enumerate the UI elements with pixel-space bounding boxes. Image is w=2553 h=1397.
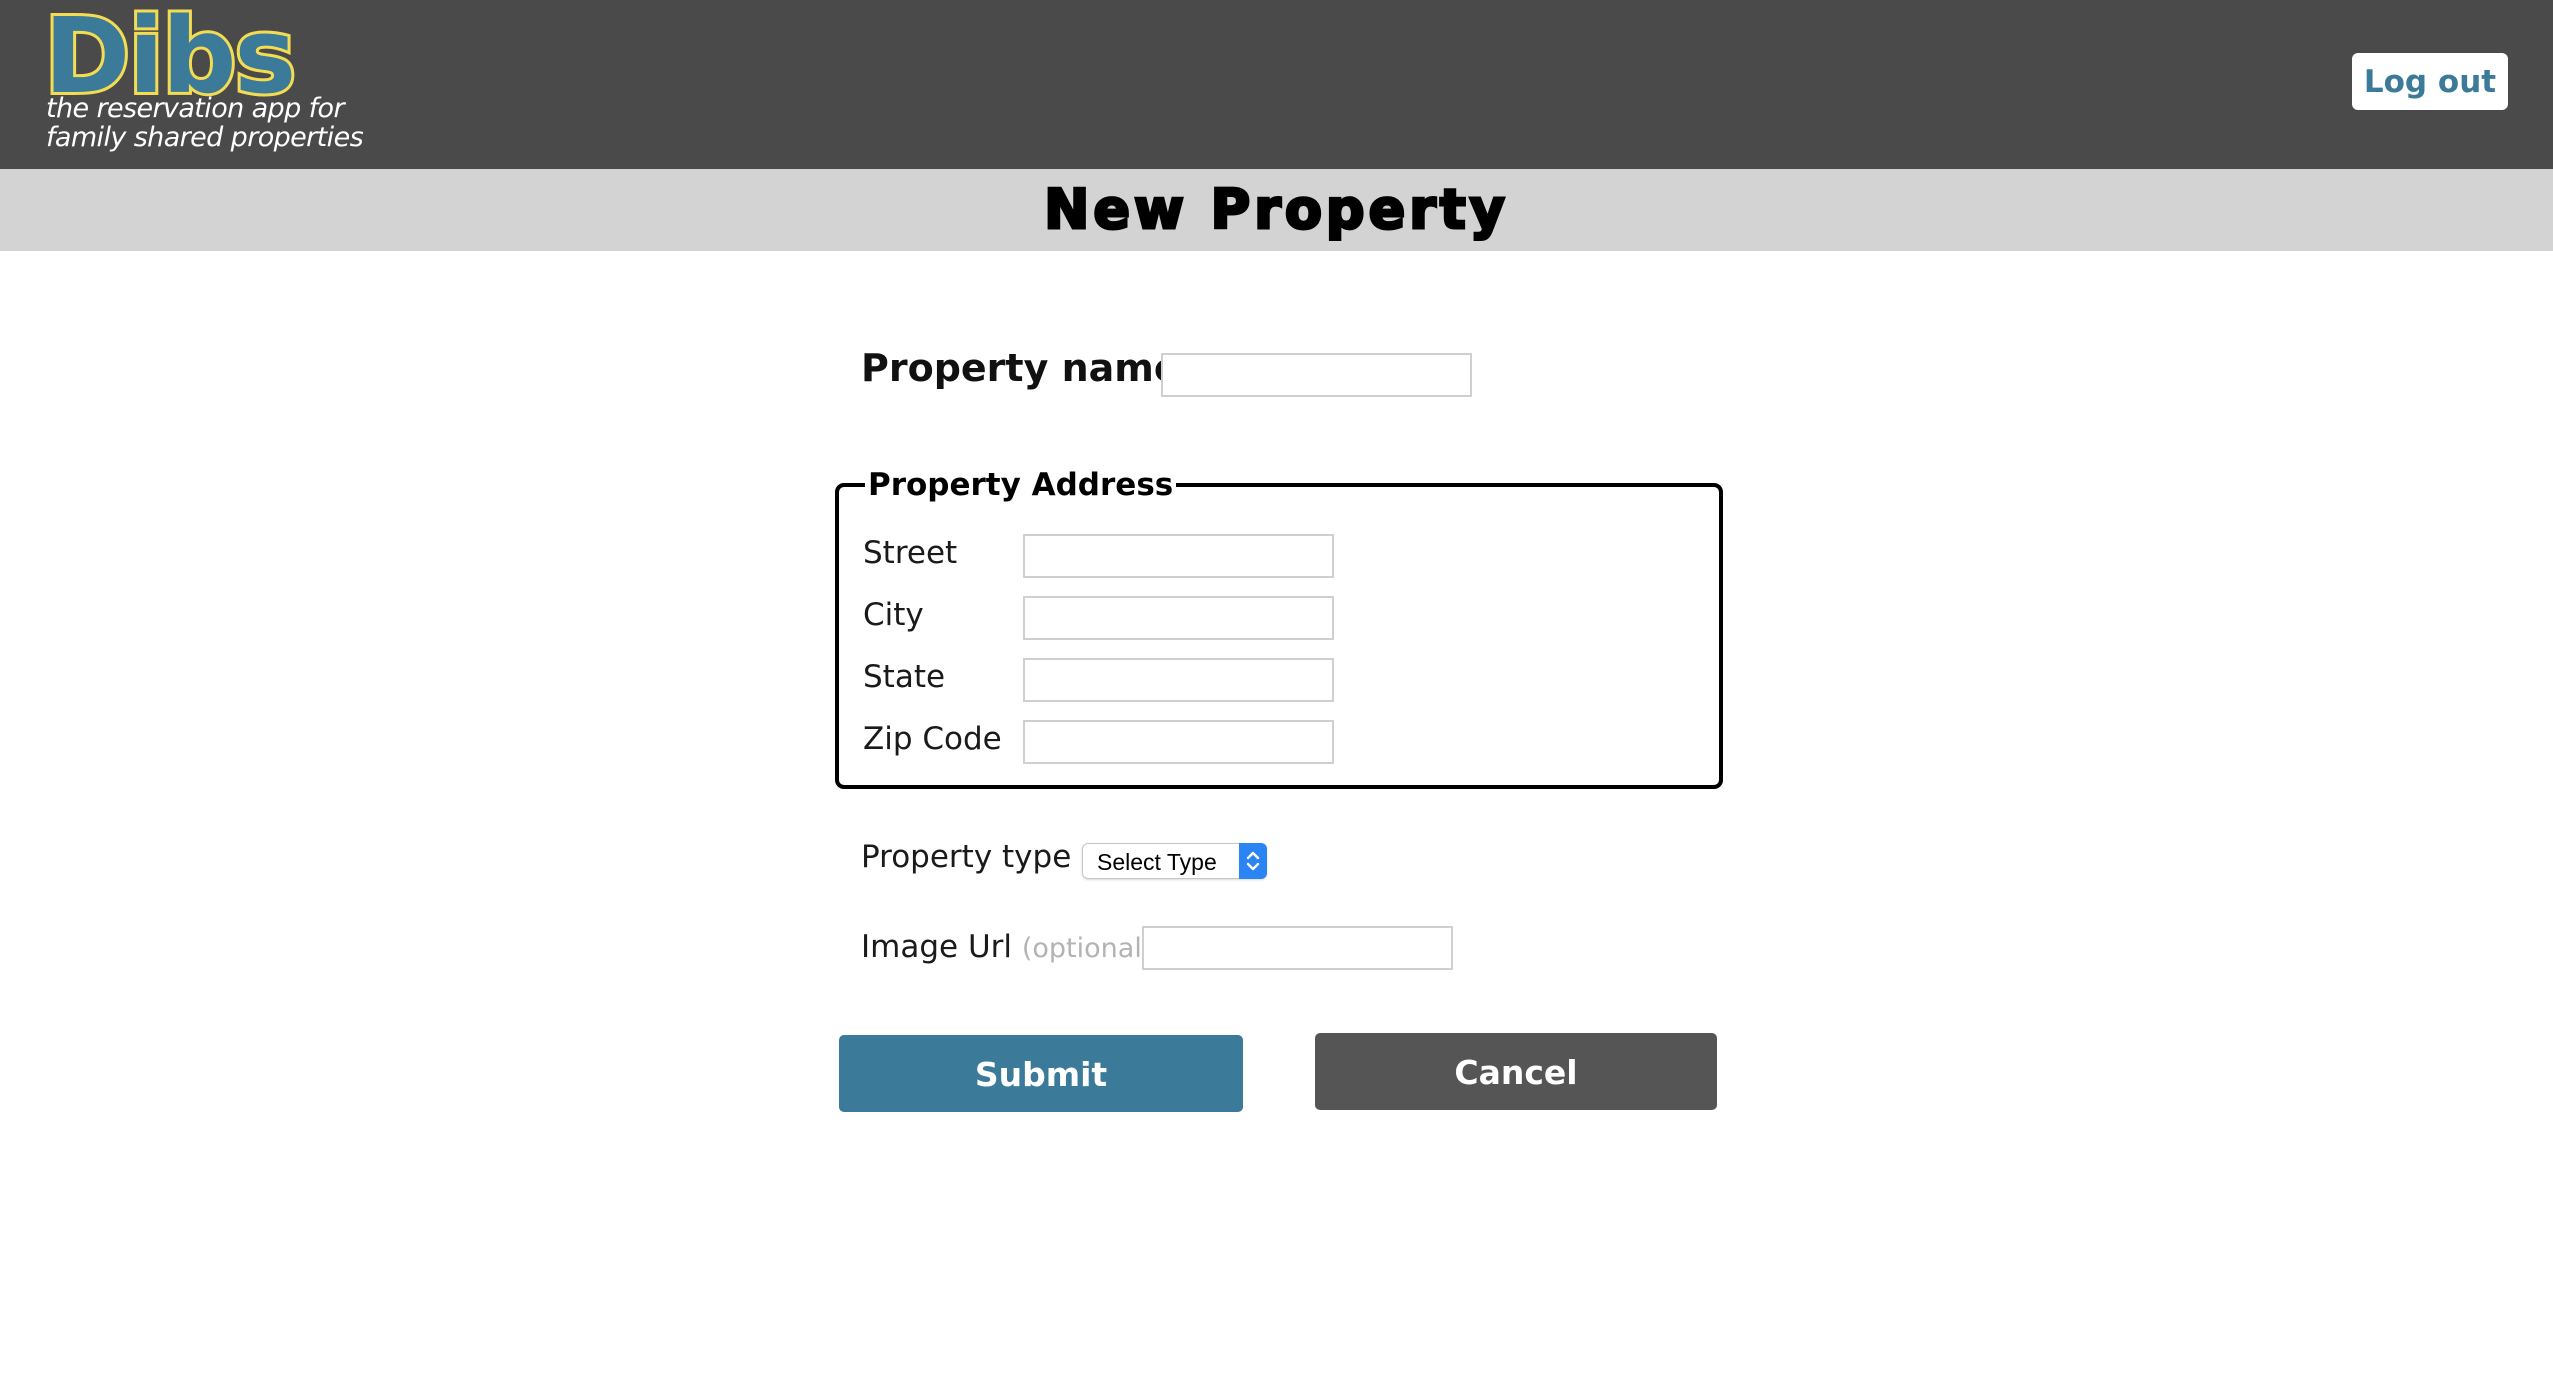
- select-chevrons-icon: [1239, 843, 1267, 879]
- zip-code-label: Zip Code: [863, 721, 1002, 757]
- state-label: State: [863, 659, 946, 695]
- property-name-label: Property name: [861, 346, 1180, 390]
- logo-tagline: the reservation app for family shared pr…: [46, 93, 364, 153]
- zip-code-input[interactable]: [1023, 720, 1334, 764]
- cancel-button[interactable]: Cancel: [1315, 1033, 1717, 1110]
- city-label: City: [863, 597, 924, 633]
- logo-text: Dibs: [44, 6, 294, 104]
- image-url-label: Image Url (optional): [861, 929, 1152, 965]
- image-url-label-text: Image Url: [861, 929, 1012, 965]
- property-name-input[interactable]: [1161, 353, 1472, 397]
- city-input[interactable]: [1023, 596, 1334, 640]
- page-title: New Property: [1043, 177, 1509, 243]
- property-type-label: Property type: [861, 839, 1072, 875]
- property-address-legend: Property Address: [865, 466, 1177, 504]
- tagline-line-1: the reservation app for: [46, 93, 345, 124]
- logo-wordmark: Dibs: [44, 6, 299, 104]
- tagline-line-2: family shared properties: [46, 122, 364, 153]
- submit-button[interactable]: Submit: [839, 1035, 1243, 1112]
- logout-button[interactable]: Log out: [2352, 53, 2508, 110]
- image-url-optional-hint: (optional): [1021, 933, 1153, 964]
- dibs-logo[interactable]: Dibs the reservation app for family shar…: [44, 6, 364, 161]
- page-title-bar: New Property: [0, 169, 2553, 251]
- state-input[interactable]: [1023, 658, 1334, 702]
- street-input[interactable]: [1023, 534, 1334, 578]
- property-type-select[interactable]: Select Type: [1082, 843, 1267, 879]
- property-type-selected-value: Select Type: [1097, 849, 1217, 875]
- top-navbar: Dibs the reservation app for family shar…: [0, 0, 2553, 169]
- street-label: Street: [863, 535, 958, 571]
- image-url-input[interactable]: [1142, 926, 1453, 970]
